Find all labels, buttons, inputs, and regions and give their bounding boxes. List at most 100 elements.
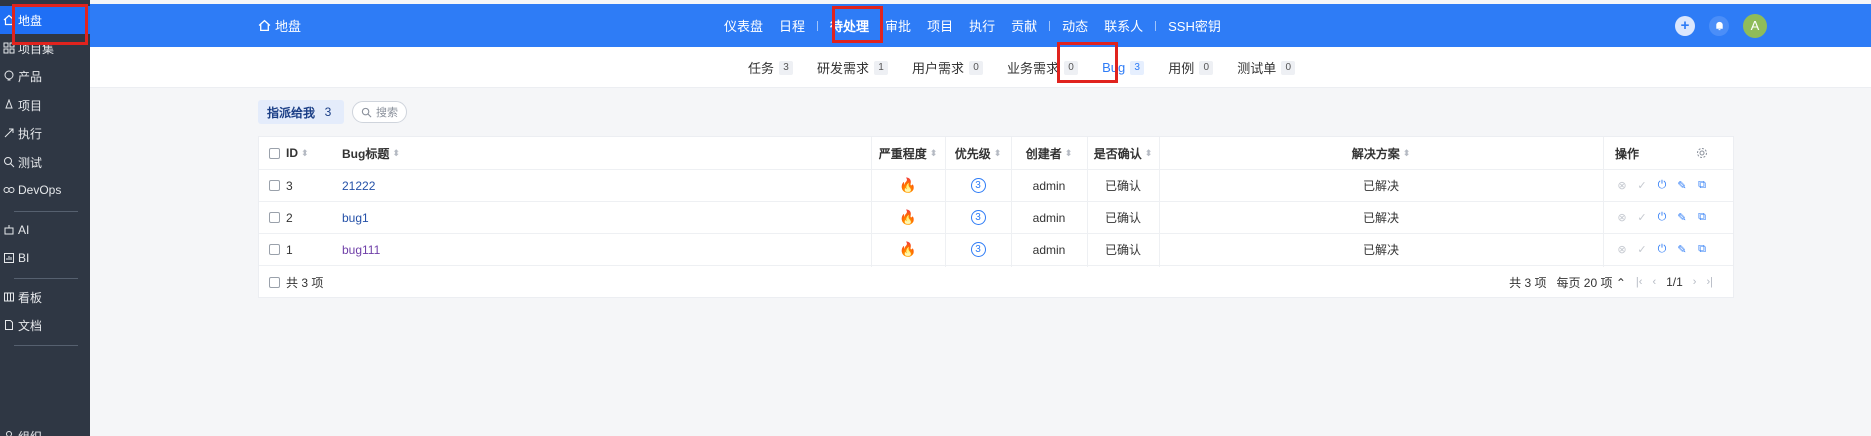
add-icon[interactable]: + (1675, 15, 1695, 36)
column-confirmed[interactable]: 是否确认 ⬍ (1087, 137, 1159, 169)
copy-icon[interactable]: ⧉ (1695, 211, 1709, 225)
column-priority[interactable]: 优先级 ⬍ (945, 137, 1011, 169)
edit-icon[interactable]: ✎ (1675, 211, 1689, 225)
close-power-icon[interactable]: ⏻ (1655, 211, 1669, 225)
tab-count: 0 (1281, 60, 1296, 75)
prev-page-icon[interactable]: ‹ (1652, 276, 1656, 288)
bug-title-link[interactable]: bug111 (342, 243, 380, 257)
pager-per-page[interactable]: 每页 20 项 ⌃ (1556, 274, 1625, 291)
sidebar-item-bi[interactable]: BI (0, 244, 90, 272)
nav-contribution[interactable]: 贡献 (1003, 16, 1045, 35)
sidebar-item-program[interactable]: 项目集 (0, 34, 90, 62)
filter-assigned-to-me[interactable]: 指派给我 3 (258, 100, 345, 124)
avatar[interactable]: A (1743, 13, 1767, 38)
sort-icon: ⬍ (993, 147, 1002, 158)
bell-icon[interactable] (1709, 15, 1729, 36)
sidebar-item-test[interactable]: 测试 (0, 148, 90, 176)
nav-schedule[interactable]: 日程 (771, 16, 813, 35)
copy-icon[interactable]: ⧉ (1695, 179, 1709, 193)
confirm-icon[interactable]: ⊗ (1615, 179, 1629, 193)
copy-icon[interactable]: ⧉ (1695, 243, 1709, 257)
column-resolution[interactable]: 解决方案 ⬍ (1159, 137, 1603, 169)
tab-dev-stories[interactable]: 研发需求 1 (805, 58, 900, 77)
nav-separator (817, 20, 819, 31)
resolve-icon[interactable]: ✓ (1635, 179, 1649, 193)
rocket-icon (2, 98, 16, 112)
bug-id: 1 (286, 242, 293, 257)
first-page-icon[interactable]: |‹ (1636, 276, 1643, 288)
last-page-icon[interactable]: ›| (1706, 276, 1713, 288)
tab-business-stories[interactable]: 业务需求 0 (995, 58, 1090, 77)
sidebar-item-doc[interactable]: 文档 (0, 311, 90, 339)
row-checkbox[interactable] (269, 180, 280, 191)
confirm-icon[interactable]: ⊗ (1615, 243, 1629, 257)
breadcrumb-home[interactable]: 地盘 (258, 4, 301, 47)
sort-icon: ⬍ (1144, 147, 1153, 158)
sidebar-item-dashboard[interactable]: 地盘 (0, 6, 90, 34)
column-id[interactable]: ID ⬍ (269, 137, 309, 169)
nav-dynamic[interactable]: 动态 (1054, 16, 1096, 35)
nav-todo[interactable]: 待处理 (822, 16, 877, 35)
sidebar-item-product[interactable]: 产品 (0, 62, 90, 90)
bug-title-link[interactable]: bug1 (342, 211, 369, 225)
tab-cases[interactable]: 用例 0 (1156, 58, 1225, 77)
priority-badge: 3 (970, 242, 986, 257)
sub-nav: 任务 3 研发需求 1 用户需求 0 业务需求 0 Bug 3 用例 0 测试单 0 (90, 47, 1871, 88)
edit-icon[interactable]: ✎ (1675, 243, 1689, 257)
settings-icon[interactable] (1696, 137, 1708, 169)
column-creator[interactable]: 创建者 ⬍ (1011, 137, 1087, 169)
filter-label: 指派给我 (267, 105, 316, 120)
tab-count: 1 (874, 60, 889, 75)
column-severity[interactable]: 严重程度 ⬍ (871, 137, 945, 169)
search-button[interactable]: 搜索 (352, 101, 408, 123)
tab-user-stories[interactable]: 用户需求 0 (900, 58, 995, 77)
footer-select-checkbox[interactable] (269, 276, 280, 288)
row-checkbox[interactable] (269, 212, 280, 223)
sidebar-item-execution[interactable]: 执行 (0, 119, 90, 147)
chevron-up-icon: ⌃ (1615, 275, 1626, 290)
bug-id: 2 (286, 210, 293, 225)
column-title[interactable]: Bug标题 ⬍ (342, 137, 400, 169)
priority-badge: 3 (970, 210, 986, 225)
tab-testtasks[interactable]: 测试单 0 (1225, 58, 1307, 77)
select-all-checkbox[interactable] (269, 147, 280, 159)
tab-count: 0 (1199, 60, 1214, 75)
nav-approval[interactable]: 审批 (877, 16, 919, 35)
table-row[interactable]: 1 bug111 🔥 3 admin 已确认 已解决 ⊗ ✓ ⏻ ✎ ⧉ (259, 234, 1733, 266)
sidebar-item-label: 看板 (18, 290, 43, 305)
severity-fire-icon: 🔥 (899, 177, 917, 193)
nav-project[interactable]: 项目 (919, 16, 961, 35)
confirm-icon[interactable]: ⊗ (1615, 211, 1629, 225)
sort-icon: ⬍ (1402, 147, 1411, 158)
resolution: 已解决 (1362, 211, 1399, 225)
sidebar-item-label: DevOps (18, 183, 62, 197)
table-row[interactable]: 3 21222 🔥 3 admin 已确认 已解决 ⊗ ✓ ⏻ ✎ ⧉ (259, 170, 1733, 202)
tab-count: 0 (969, 60, 984, 75)
bug-title-link[interactable]: 21222 (342, 179, 375, 193)
close-power-icon[interactable]: ⏻ (1655, 179, 1669, 193)
resolve-icon[interactable]: ✓ (1635, 243, 1649, 257)
nav-contacts[interactable]: 联系人 (1096, 16, 1151, 35)
nav-execution[interactable]: 执行 (961, 16, 1003, 35)
sidebar-item-devops[interactable]: DevOps (0, 176, 90, 204)
sidebar-item-ai[interactable]: AI (0, 216, 90, 244)
sidebar-item-project[interactable]: 项目 (0, 91, 90, 119)
sort-icon: ⬍ (929, 147, 938, 158)
table-row[interactable]: 2 bug1 🔥 3 admin 已确认 已解决 ⊗ ✓ ⏻ ✎ ⧉ (259, 202, 1733, 234)
sidebar-item-kanban[interactable]: 看板 (0, 283, 90, 311)
close-power-icon[interactable]: ⏻ (1655, 243, 1669, 257)
pager: 共 3 项 每页 20 项 ⌃ |‹ ‹ 1/1 › ›| (1509, 267, 1713, 297)
sidebar-item-label: AI (18, 223, 30, 237)
nav-ssh-keys[interactable]: SSH密钥 (1160, 16, 1229, 35)
edit-icon[interactable]: ✎ (1675, 179, 1689, 193)
pager-total: 共 3 项 (1509, 275, 1547, 290)
row-checkbox[interactable] (269, 244, 280, 255)
sidebar-item-org[interactable]: 组织 (0, 422, 90, 436)
next-page-icon[interactable]: › (1693, 276, 1697, 288)
tab-tasks[interactable]: 任务 3 (736, 58, 805, 77)
nav-dashboard[interactable]: 仪表盘 (716, 16, 771, 35)
tab-bug[interactable]: Bug 3 (1090, 60, 1156, 75)
column-label: 优先级 (954, 146, 991, 161)
resolve-icon[interactable]: ✓ (1635, 211, 1649, 225)
home-icon (258, 19, 271, 32)
